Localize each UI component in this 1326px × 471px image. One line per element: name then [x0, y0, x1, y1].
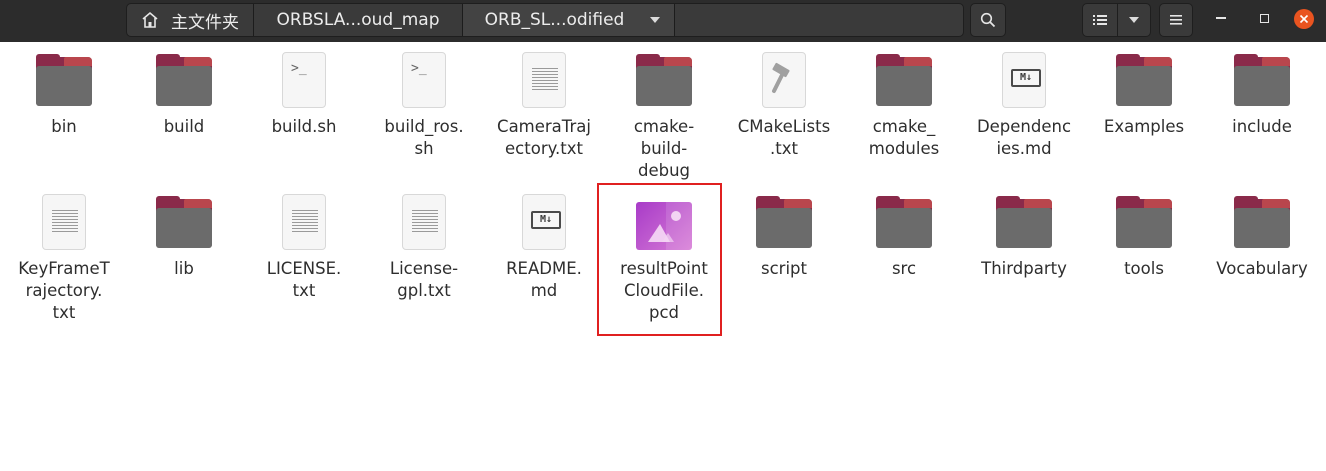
search-icon — [980, 12, 996, 28]
text-file-icon — [276, 194, 332, 250]
view-options-button[interactable] — [1117, 3, 1151, 37]
file-label: KeyFrameT rajectory. txt — [18, 259, 110, 322]
home-icon — [142, 11, 158, 28]
folder-icon — [876, 194, 932, 250]
header-bar: 主文件夹 ORBSLA...oud_map ORB_SL...odified — [0, 0, 1326, 42]
breadcrumb-home[interactable]: 主文件夹 — [127, 4, 254, 36]
file-label: cmake-build-debug — [633, 117, 695, 180]
close-button[interactable] — [1294, 9, 1314, 29]
text-file-icon — [516, 52, 572, 108]
folder-icon — [1116, 52, 1172, 108]
hammer-file-icon — [756, 52, 812, 108]
list-view-icon — [1093, 15, 1107, 25]
file-label: CameraTraj ectory.txt — [497, 117, 591, 158]
file-label: tools — [1124, 259, 1164, 278]
folder-icon — [156, 52, 212, 108]
breadcrumb-item-orb-slam-modified[interactable]: ORB_SL...odified — [463, 4, 675, 36]
breadcrumb-home-label: 主文件夹 — [171, 12, 239, 33]
shell-script-icon: >_ — [276, 52, 332, 108]
folder-icon — [156, 194, 212, 250]
markdown-file-icon: M↓ — [516, 194, 572, 250]
file-label: License-gpl.txt — [389, 259, 459, 300]
file-label: build_ros. sh — [384, 117, 464, 158]
file-label: Examples — [1103, 117, 1185, 136]
folder-icon — [1234, 194, 1290, 250]
file-label: build — [163, 117, 205, 136]
breadcrumb-item-label: ORB_SL...odified — [484, 10, 625, 30]
file-label: LICENSE. txt — [266, 259, 342, 300]
file-label: Thirdparty — [981, 259, 1067, 278]
file-label: Vocabulary — [1216, 259, 1308, 278]
folder-icon — [636, 52, 692, 108]
folder-icon — [36, 52, 92, 108]
maximize-icon[interactable] — [1260, 14, 1269, 23]
list-view-button[interactable] — [1082, 3, 1118, 37]
selection-highlight-box — [597, 183, 722, 336]
shell-script-icon: >_ — [396, 52, 452, 108]
folder-icon — [876, 52, 932, 108]
breadcrumb-item-label: ORBSLA...oud_map — [276, 10, 440, 30]
folder-icon — [1116, 194, 1172, 250]
breadcrumb-dropdown-icon[interactable] — [650, 17, 660, 23]
text-file-icon — [36, 194, 92, 250]
folder-icon — [1234, 52, 1290, 108]
file-label: script — [761, 259, 807, 278]
file-label: CMakeLists .txt — [737, 117, 831, 158]
file-label: bin — [51, 117, 77, 136]
main-menu-button[interactable] — [1159, 3, 1193, 37]
folder-icon — [756, 194, 812, 250]
file-label: build.sh — [271, 117, 337, 136]
folder-icon — [996, 194, 1052, 250]
file-label: src — [891, 259, 917, 278]
search-button[interactable] — [970, 3, 1006, 37]
chevron-down-icon — [1129, 17, 1139, 23]
file-label: README. md — [506, 259, 582, 300]
breadcrumb-item-orbslam-cloud-map[interactable]: ORBSLA...oud_map — [254, 4, 463, 36]
markdown-file-icon: M↓ — [996, 52, 1052, 108]
file-label: lib — [174, 259, 194, 278]
text-file-icon — [396, 194, 452, 250]
minimize-icon[interactable] — [1216, 17, 1226, 19]
menu-icon — [1170, 15, 1182, 25]
file-label: Dependenc ies.md — [976, 117, 1072, 158]
close-icon — [1299, 14, 1309, 24]
file-label: include — [1232, 117, 1292, 136]
breadcrumb: 主文件夹 ORBSLA...oud_map ORB_SL...odified — [126, 3, 964, 37]
file-label: cmake_ modules — [868, 117, 940, 158]
